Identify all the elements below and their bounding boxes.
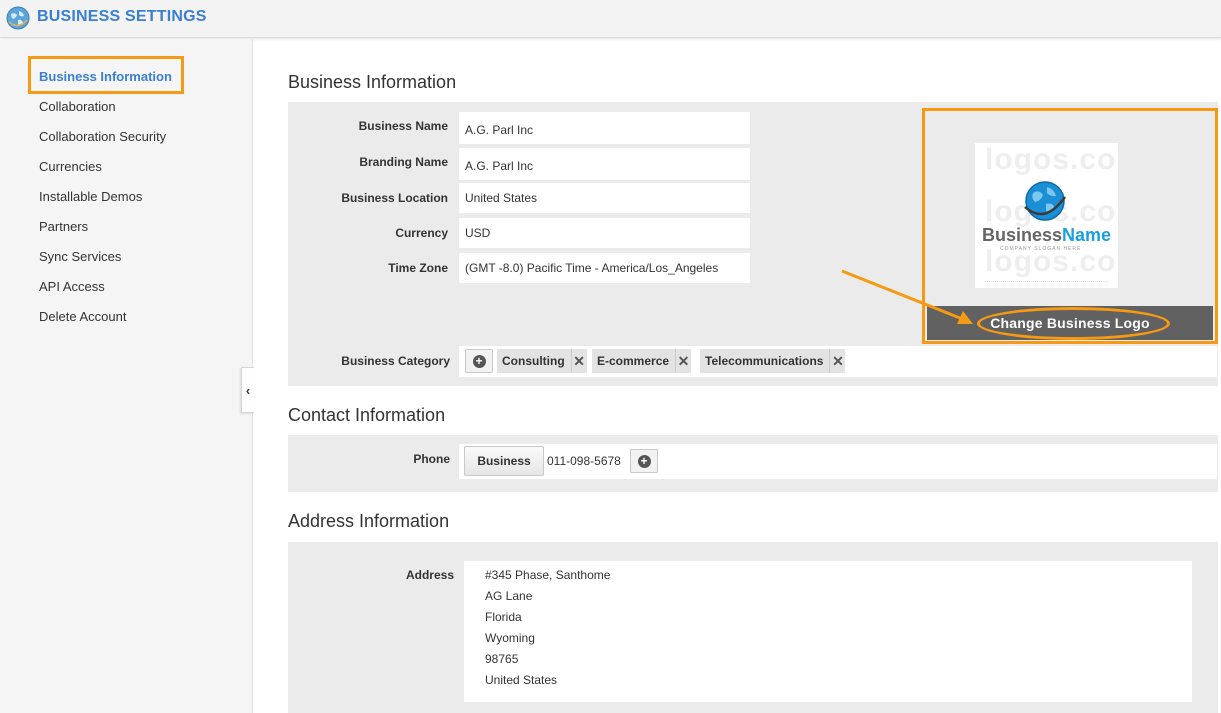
address-label: Address [405,568,454,582]
logo-watermark: logos.co [985,143,1117,176]
phone-label: Phone [413,452,450,466]
time-zone-select[interactable]: (GMT -8.0) Pacific Time - America/Los_An… [459,253,750,283]
logo-business-name: BusinessName [982,225,1112,245]
plus-icon: + [637,454,651,468]
address-line: United States [485,673,558,687]
address-line: Wyoming [485,631,535,645]
sidebar-item-delete-account[interactable]: Delete Account [39,309,126,324]
phone-number-field[interactable]: 011-098-5678 [547,446,621,476]
business-info-title: Business Information [288,72,457,92]
address-line: Florida [485,610,522,624]
business-location-select[interactable]: United States [459,183,750,213]
sidebar-item-collaboration-security[interactable]: Collaboration Security [39,129,166,144]
annotation-arrow-icon [841,269,973,324]
add-phone-button[interactable]: + [630,449,658,473]
logo-globe-icon [1024,181,1067,221]
sidebar-item-api-access[interactable]: API Access [39,279,105,294]
address-info-title: Address Information [288,511,450,531]
business-name-label: Business Name [358,119,448,133]
address-field[interactable] [464,561,1192,702]
branding-name-field[interactable]: A.G. Parl Inc [459,148,750,180]
category-tag-consulting: Consulting ✕ [497,349,587,373]
add-category-button[interactable]: + [465,349,493,373]
currency-label: Currency [395,226,448,240]
category-tag-telecommunications: Telecommunications ✕ [700,349,846,373]
logo-slogan: COMPANY SLOGAN HERE [1000,246,1082,252]
app-header: BUSINESS SETTINGS [0,0,1221,38]
business-logo-image: logos.co logos.co logos.co BusinessName … [975,143,1118,288]
page-title: BUSINESS SETTINGS [37,8,207,25]
business-name-field[interactable]: A.G. Parl Inc [459,112,750,144]
business-category-label: Business Category [341,354,450,368]
address-line: #345 Phase, Santhome [485,568,611,582]
sidebar-item-currencies[interactable]: Currencies [39,159,102,174]
sidebar-collapse-button[interactable]: ‹ [241,367,254,413]
category-tag-e-commerce: E-commerce ✕ [592,349,692,373]
branding-name-label: Branding Name [359,155,448,169]
category-tag-label: Telecommunications [705,354,824,368]
globe-icon [6,6,30,30]
time-zone-label: Time Zone [388,261,448,275]
sidebar-item-business-information[interactable]: Business Information [39,69,172,84]
contact-info-title: Contact Information [288,405,446,425]
category-tag-label: E-commerce [597,354,670,368]
address-line: AG Lane [485,589,533,603]
sidebar-item-partners[interactable]: Partners [39,219,88,234]
business-location-label: Business Location [341,191,448,205]
plus-icon: + [472,354,486,368]
phone-type-button[interactable]: Business [464,446,544,476]
address-line: 98765 [485,652,519,666]
remove-tag-icon[interactable]: ✕ [829,349,845,373]
remove-tag-icon[interactable]: ✕ [675,349,691,373]
sidebar-item-installable-demos[interactable]: Installable Demos [39,189,142,204]
chevron-left-icon: ‹ [245,382,251,398]
logo-footer-line [985,281,1108,283]
sidebar-item-sync-services[interactable]: Sync Services [39,249,121,264]
currency-select[interactable]: USD [459,218,750,248]
sidebar-item-collaboration[interactable]: Collaboration [39,99,116,114]
category-tag-label: Consulting [502,354,565,368]
remove-tag-icon[interactable]: ✕ [570,349,587,373]
